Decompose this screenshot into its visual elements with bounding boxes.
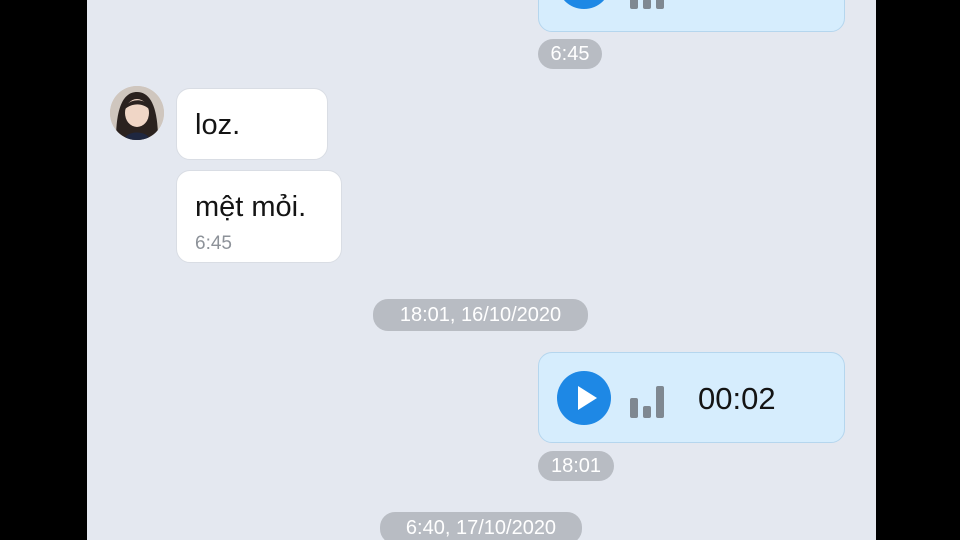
play-button[interactable] xyxy=(557,371,611,425)
play-button-top[interactable] xyxy=(557,0,611,9)
date-separator: 18:01, 16/10/2020 xyxy=(373,299,588,331)
voice-message-bubble[interactable]: 00:02 xyxy=(538,352,845,443)
message-time-top: 6:45 xyxy=(538,39,602,69)
message-text: loz. xyxy=(195,109,241,141)
message-time: 18:01 xyxy=(538,451,614,481)
contact-avatar[interactable] xyxy=(110,86,164,140)
avatar-image xyxy=(110,86,164,140)
message-text: mệt mỏi. xyxy=(195,191,307,223)
incoming-message-bubble[interactable]: loz. xyxy=(176,88,328,160)
play-icon xyxy=(578,386,597,410)
message-time: 6:45 xyxy=(195,233,232,254)
chat-area[interactable]: 6:45 loz. mệt mỏi. 6:45 18:01, 16/10/202… xyxy=(87,0,876,540)
voice-message-bubble-top[interactable] xyxy=(538,0,845,32)
play-icon xyxy=(557,0,611,9)
audio-waveform-icon xyxy=(630,384,670,418)
audio-waveform-icon xyxy=(630,0,670,9)
incoming-message-bubble[interactable]: mệt mỏi. 6:45 xyxy=(176,170,342,263)
date-separator: 6:40, 17/10/2020 xyxy=(380,512,582,540)
voice-duration: 00:02 xyxy=(698,381,776,416)
